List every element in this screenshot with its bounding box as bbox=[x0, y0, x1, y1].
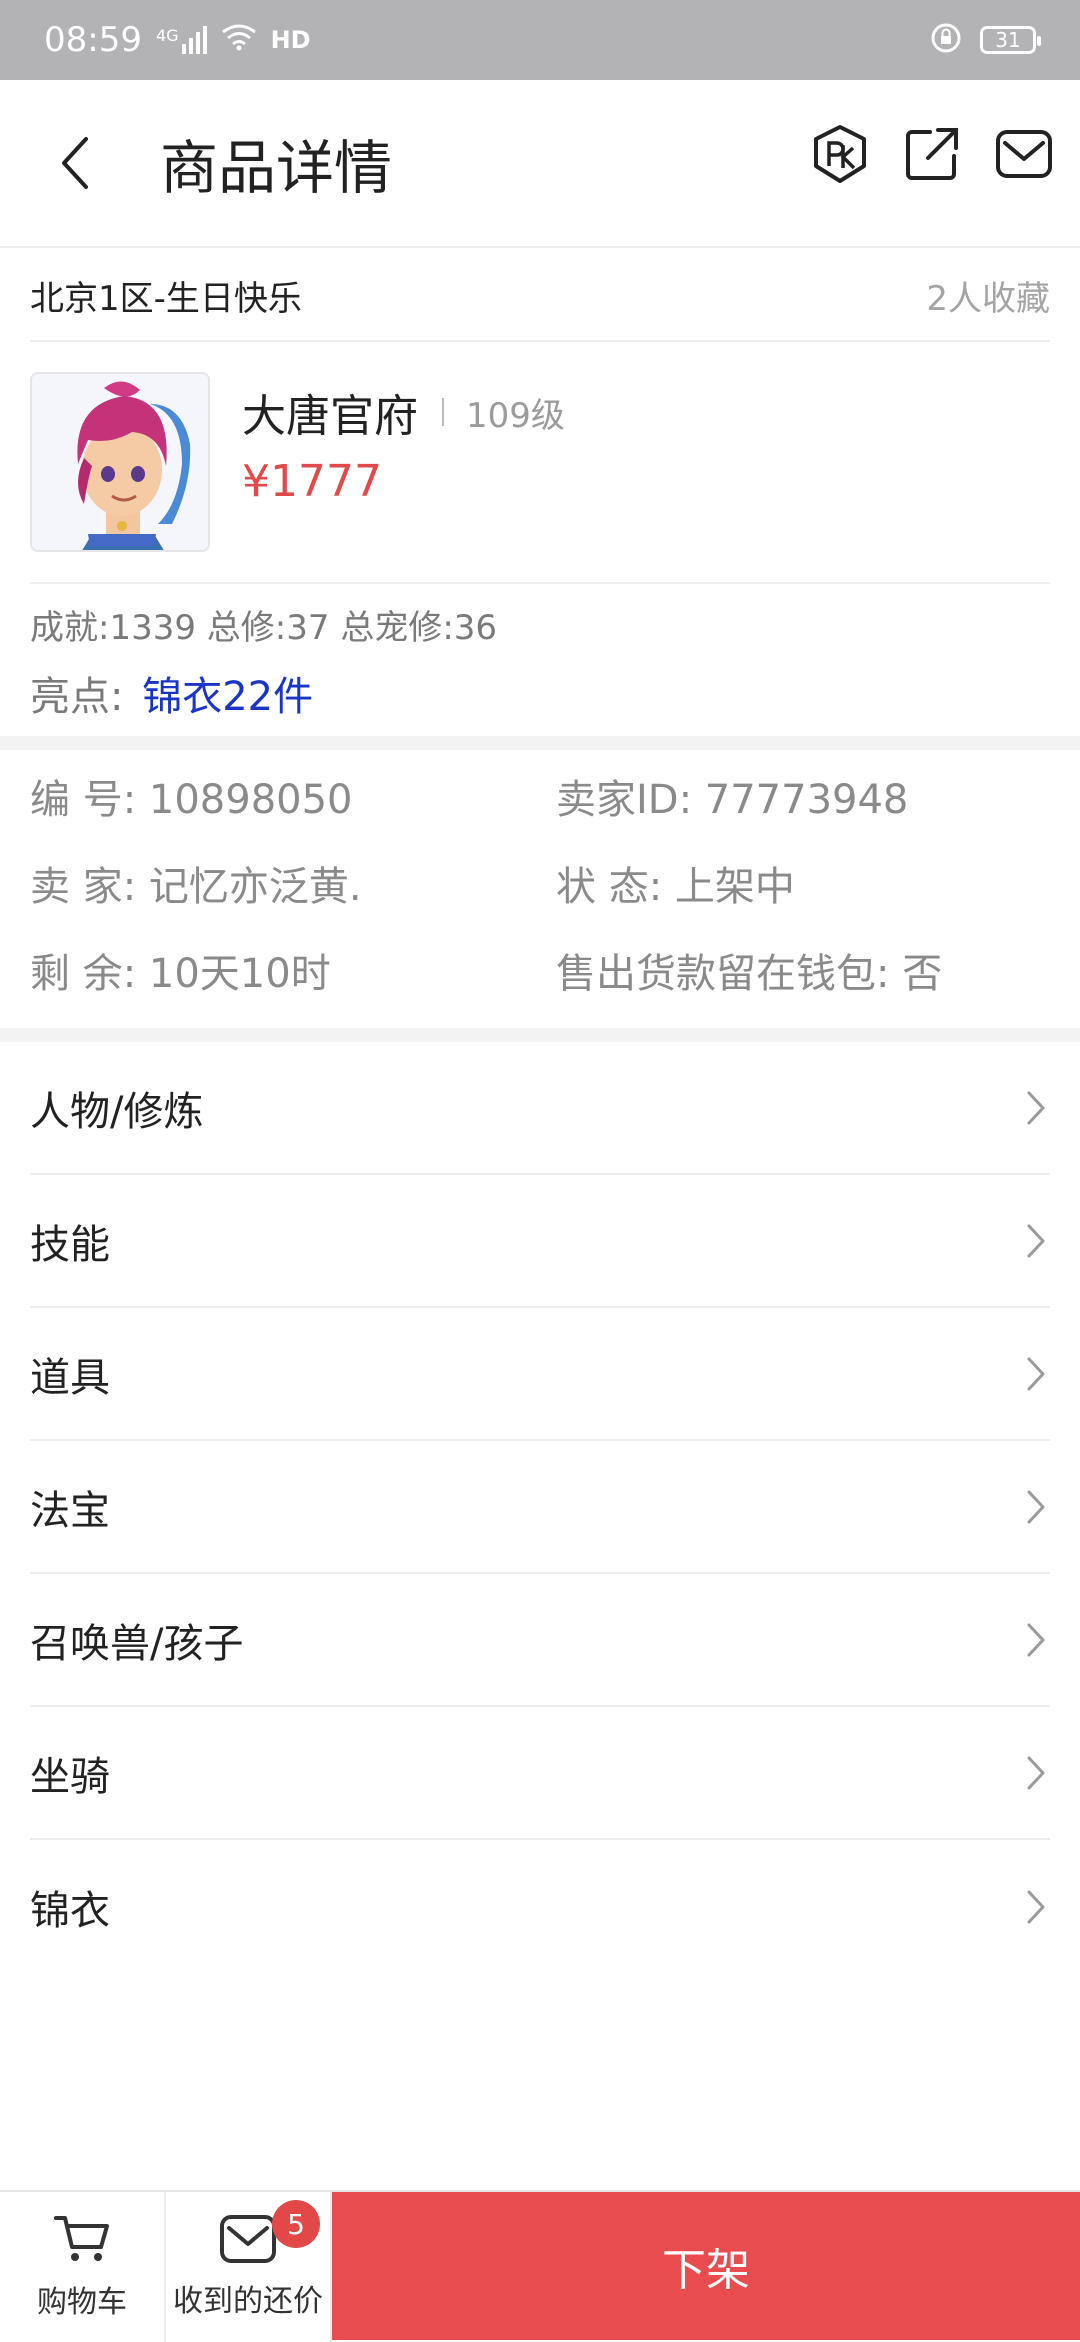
server-row: 北京1区-生日快乐 2人收藏 bbox=[30, 250, 1050, 342]
chevron-right-icon bbox=[1022, 1487, 1050, 1527]
item-details: 编 号: 10898050 卖家ID: 77773948 卖 家: 记忆亦泛黄.… bbox=[30, 752, 1050, 1013]
seller-name: 卖 家: 记忆亦泛黄. bbox=[30, 863, 362, 910]
detail-row: 卖 家: 记忆亦泛黄. 状 态: 上架中 bbox=[30, 839, 1050, 926]
section-separator bbox=[0, 1028, 1080, 1042]
menu-item-label: 法宝 bbox=[30, 1487, 110, 1534]
bottom-action-bar: 购物车 收到的还价 5 下架 bbox=[0, 2190, 1080, 2342]
character-card[interactable]: 大唐官府 109级 ¥1777 bbox=[30, 372, 1050, 582]
menu-item-label: 锦衣 bbox=[30, 1887, 110, 1934]
highlight-value[interactable]: 锦衣22件 bbox=[142, 674, 313, 720]
back-icon bbox=[62, 137, 88, 189]
character-stats: 成就:1339 总修:37 总宠修:36 bbox=[30, 608, 498, 648]
pk-icon bbox=[814, 125, 866, 183]
character-school: 大唐官府 bbox=[242, 391, 418, 442]
chevron-right-icon bbox=[1022, 1354, 1050, 1394]
share-icon bbox=[906, 128, 958, 180]
network-label: 4G bbox=[155, 26, 179, 45]
character-info: 大唐官府 109级 ¥1777 bbox=[242, 380, 565, 507]
menu-item-mounts[interactable]: 坐骑 bbox=[30, 1707, 1050, 1840]
header-actions bbox=[810, 124, 1054, 184]
hd-label: HD bbox=[270, 26, 311, 54]
item-price: ¥1777 bbox=[242, 456, 382, 507]
message-button[interactable] bbox=[994, 124, 1054, 184]
lock-rotation-icon bbox=[930, 22, 962, 58]
highlight-row: 亮点: 锦衣22件 bbox=[30, 664, 313, 722]
character-avatar bbox=[30, 372, 210, 552]
menu-item-skills[interactable]: 技能 bbox=[30, 1175, 1050, 1308]
page-title: 商品详情 bbox=[160, 134, 393, 202]
offers-button[interactable]: 收到的还价 5 bbox=[166, 2192, 332, 2342]
wallet-option: 售出货款留在钱包: 否 bbox=[556, 950, 943, 997]
menu-item-label: 道具 bbox=[30, 1354, 110, 1401]
detail-row: 剩 余: 10天10时 售出货款留在钱包: 否 bbox=[30, 926, 1050, 1013]
detail-menu: 人物/修炼 技能 道具 法宝 召唤兽/孩子 坐骑 锦衣 bbox=[30, 1042, 1050, 1973]
detail-row: 编 号: 10898050 卖家ID: 77773948 bbox=[30, 752, 1050, 839]
status-bar: 08:59 4G HD 31 bbox=[0, 0, 1080, 80]
menu-item-character[interactable]: 人物/修炼 bbox=[30, 1042, 1050, 1175]
chevron-right-icon bbox=[1022, 1753, 1050, 1793]
offers-badge: 5 bbox=[272, 2200, 320, 2248]
status-time: 08:59 bbox=[44, 20, 142, 60]
cart-icon bbox=[54, 2216, 109, 2261]
battery-indicator: 31 bbox=[980, 26, 1041, 54]
highlight-label: 亮点: bbox=[30, 674, 124, 720]
cart-label: 购物车 bbox=[37, 2285, 127, 2320]
menu-item-label: 人物/修炼 bbox=[30, 1088, 204, 1135]
character-portrait-image bbox=[32, 374, 208, 550]
seller-id: 卖家ID: 77773948 bbox=[556, 776, 909, 823]
chevron-right-icon bbox=[1022, 1088, 1050, 1128]
status-right: 31 bbox=[930, 22, 1041, 58]
menu-item-label: 技能 bbox=[30, 1221, 110, 1268]
wifi-icon bbox=[221, 20, 257, 60]
back-button[interactable] bbox=[20, 79, 130, 247]
chevron-right-icon bbox=[1022, 1620, 1050, 1660]
menu-item-treasures[interactable]: 法宝 bbox=[30, 1441, 1050, 1574]
time-remaining: 剩 余: 10天10时 bbox=[30, 950, 331, 997]
menu-item-items[interactable]: 道具 bbox=[30, 1308, 1050, 1441]
menu-item-label: 召唤兽/孩子 bbox=[30, 1620, 244, 1667]
share-button[interactable] bbox=[902, 124, 962, 184]
delist-button[interactable]: 下架 bbox=[332, 2192, 1080, 2340]
listing-status: 状 态: 上架中 bbox=[556, 863, 795, 910]
status-left: 08:59 4G HD bbox=[44, 20, 311, 60]
menu-item-outfits[interactable]: 锦衣 bbox=[30, 1840, 1050, 1973]
signal-icon: 4G bbox=[156, 26, 207, 54]
chevron-right-icon bbox=[1022, 1221, 1050, 1261]
cart-button[interactable]: 购物车 bbox=[0, 2192, 166, 2342]
app-header: 商品详情 bbox=[0, 80, 1080, 248]
offers-label: 收到的还价 bbox=[173, 2284, 323, 2319]
pk-button[interactable] bbox=[810, 124, 870, 184]
divider bbox=[30, 582, 1050, 584]
chevron-right-icon bbox=[1022, 1887, 1050, 1927]
menu-item-pets[interactable]: 召唤兽/孩子 bbox=[30, 1574, 1050, 1707]
message-icon bbox=[996, 130, 1052, 178]
item-number: 编 号: 10898050 bbox=[30, 776, 353, 823]
character-title: 大唐官府 109级 bbox=[242, 380, 565, 444]
favorites-count: 2人收藏 bbox=[926, 278, 1050, 319]
server-name: 北京1区-生日快乐 bbox=[30, 278, 302, 319]
title-separator bbox=[442, 398, 444, 426]
menu-item-label: 坐骑 bbox=[30, 1753, 110, 1800]
message-icon bbox=[220, 2215, 276, 2263]
section-separator bbox=[0, 736, 1080, 750]
character-level: 109级 bbox=[466, 395, 565, 436]
